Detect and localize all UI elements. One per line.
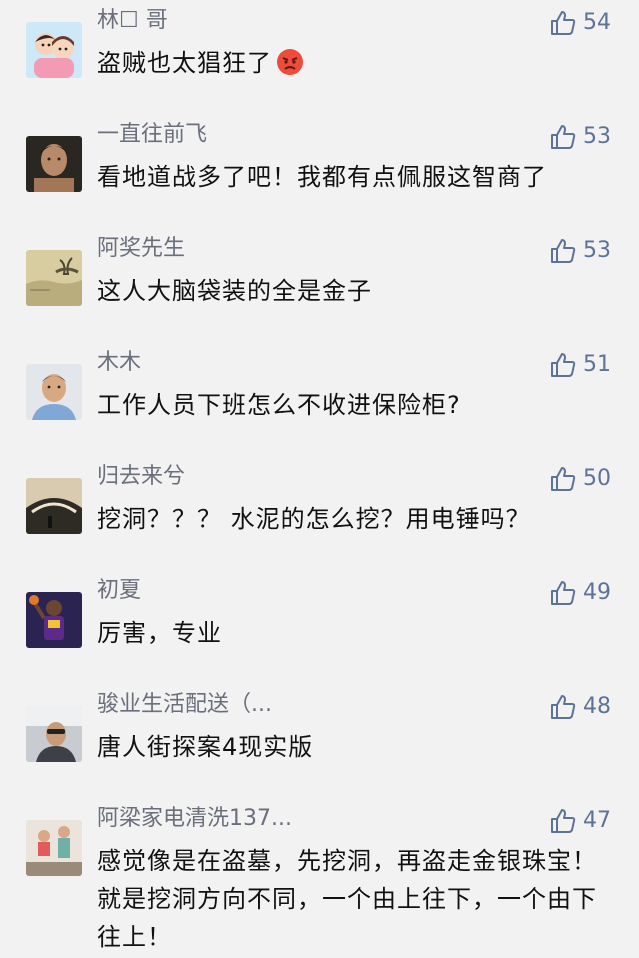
thumbs-up-icon bbox=[549, 465, 577, 493]
comment-author[interactable]: 归去来兮 bbox=[97, 462, 185, 492]
man-selfie-avatar[interactable] bbox=[26, 364, 82, 420]
comment-author[interactable]: 阿梁家电清洗137... bbox=[97, 804, 292, 834]
thumbs-up-icon bbox=[549, 579, 577, 607]
comment-text: 这人大脑袋装的全是金子 bbox=[97, 277, 372, 305]
comment-author[interactable]: 阿奖先生 bbox=[97, 234, 185, 264]
cartoon-couple-avatar[interactable] bbox=[26, 22, 82, 78]
comment-author[interactable]: 骏业生活配送（... bbox=[97, 690, 272, 720]
like-button[interactable]: 50 bbox=[549, 464, 611, 494]
landscape-painting-avatar[interactable] bbox=[26, 250, 82, 306]
like-button[interactable]: 53 bbox=[549, 236, 611, 266]
like-button[interactable]: 51 bbox=[549, 350, 611, 380]
comment-list: 林☐ 哥 54 盗贼也太猖狂了 一直往前飞 53 看地道战多了吧！我都有点佩服这… bbox=[0, 0, 639, 958]
thumbs-up-icon bbox=[549, 693, 577, 721]
thumbs-up-icon bbox=[549, 351, 577, 379]
comment-author[interactable]: 木木 bbox=[97, 348, 141, 378]
angry-face-icon bbox=[276, 48, 304, 87]
like-count: 54 bbox=[583, 10, 611, 35]
like-count: 51 bbox=[583, 352, 611, 377]
thumbs-up-icon bbox=[549, 123, 577, 151]
like-count: 48 bbox=[583, 694, 611, 719]
like-count: 53 bbox=[583, 238, 611, 263]
like-count: 49 bbox=[583, 580, 611, 605]
comment-author[interactable]: 一直往前飞 bbox=[97, 120, 207, 150]
basketball-player-avatar[interactable] bbox=[26, 592, 82, 648]
comment-text: 工作人员下班怎么不收进保险柜? bbox=[97, 391, 461, 419]
family-photo-avatar[interactable] bbox=[26, 820, 82, 876]
like-button[interactable]: 47 bbox=[549, 806, 611, 836]
comment-text: 厉害，专业 bbox=[97, 619, 222, 647]
comment-text: 挖洞？？？ 水泥的怎么挖？用电锤吗？ bbox=[97, 505, 531, 533]
comment-text-content: 盗贼也太猖狂了 bbox=[97, 49, 272, 77]
comment-author[interactable]: 初夏 bbox=[97, 576, 141, 606]
comment-text: 唐人街探案4现实版 bbox=[97, 733, 314, 761]
like-count: 47 bbox=[583, 808, 611, 833]
comment-author[interactable]: 林☐ 哥 bbox=[97, 6, 168, 36]
thumbs-up-icon bbox=[549, 9, 577, 37]
thumbs-up-icon bbox=[549, 237, 577, 265]
comment-text: 看地道战多了吧！我都有点佩服这智商了 bbox=[97, 163, 547, 191]
comment-text: 感觉像是在盗墓，先挖洞，再盗走金银珠宝！就是挖洞方向不同，一个由上往下，一个由下… bbox=[97, 847, 597, 951]
comment-text: 盗贼也太猖狂了 bbox=[97, 44, 617, 87]
landscape-photo-avatar[interactable] bbox=[26, 478, 82, 534]
man-in-car-avatar[interactable] bbox=[26, 706, 82, 762]
like-button[interactable]: 48 bbox=[549, 692, 611, 722]
like-count: 53 bbox=[583, 124, 611, 149]
thumbs-up-icon bbox=[549, 807, 577, 835]
like-count: 50 bbox=[583, 466, 611, 491]
like-button[interactable]: 53 bbox=[549, 122, 611, 152]
like-button[interactable]: 49 bbox=[549, 578, 611, 608]
man-portrait-avatar[interactable] bbox=[26, 136, 82, 192]
like-button[interactable]: 54 bbox=[549, 8, 611, 38]
